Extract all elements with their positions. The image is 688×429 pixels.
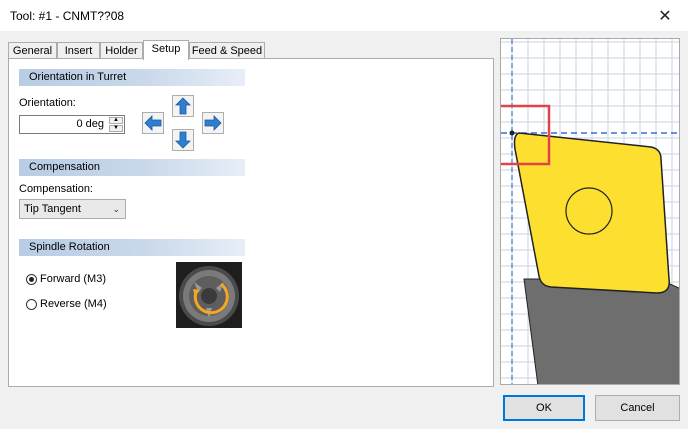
compensation-header: Compensation <box>19 159 245 176</box>
reverse-radio[interactable] <box>26 298 37 310</box>
forward-radio[interactable] <box>26 273 37 285</box>
spin-down-button[interactable]: ▼ <box>109 125 123 132</box>
tab-insert[interactable]: Insert <box>57 42 100 59</box>
close-button[interactable]: ✕ <box>642 0 688 31</box>
down-arrow-icon <box>175 131 191 149</box>
reverse-radio-row[interactable]: Reverse (M4) <box>26 298 107 310</box>
rotate-up-button[interactable] <box>172 95 194 117</box>
orientation-label: Orientation: <box>19 97 76 109</box>
tab-feed-speed[interactable]: Feed & Speed <box>189 42 265 59</box>
orientation-header: Orientation in Turret <box>19 69 245 86</box>
compensation-value: Tip Tangent <box>24 203 81 215</box>
spindle-rotation-icon <box>176 262 242 328</box>
rotate-left-button[interactable] <box>142 112 164 134</box>
tab-setup[interactable]: Setup <box>143 40 189 60</box>
left-arrow-icon <box>144 115 162 131</box>
forward-radio-row[interactable]: Forward (M3) <box>26 273 106 285</box>
chevron-down-icon: ⌄ <box>112 204 120 214</box>
tool-preview <box>500 38 680 385</box>
forward-label: Forward (M3) <box>40 273 107 285</box>
orientation-spinner[interactable]: 0 deg ▲ ▼ <box>19 115 125 134</box>
compensation-select[interactable]: Tip Tangent ⌄ <box>19 199 126 219</box>
close-icon: ✕ <box>658 7 672 25</box>
rotate-down-button[interactable] <box>172 129 194 151</box>
tab-general[interactable]: General <box>8 42 57 59</box>
window-title: Tool: #1 - CNMT??08 <box>10 9 125 23</box>
rotate-right-button[interactable] <box>202 112 224 134</box>
tab-holder[interactable]: Holder <box>100 42 143 59</box>
spinner-buttons: ▲ ▼ <box>109 117 123 132</box>
title-bar: Tool: #1 - CNMT??08 ✕ <box>0 0 688 31</box>
compensation-label: Compensation: <box>19 183 93 195</box>
cancel-button[interactable]: Cancel <box>595 395 680 421</box>
setup-panel: Orientation in Turret Orientation: 0 deg… <box>8 58 494 387</box>
spindle-header: Spindle Rotation <box>19 239 245 256</box>
orientation-value: 0 deg <box>76 118 104 130</box>
insert-preview-drawing <box>501 39 679 384</box>
up-arrow-icon <box>175 97 191 115</box>
ok-button[interactable]: OK <box>503 395 585 421</box>
right-arrow-icon <box>204 115 222 131</box>
reverse-label: Reverse (M4) <box>40 298 107 310</box>
spin-up-button[interactable]: ▲ <box>109 117 123 124</box>
